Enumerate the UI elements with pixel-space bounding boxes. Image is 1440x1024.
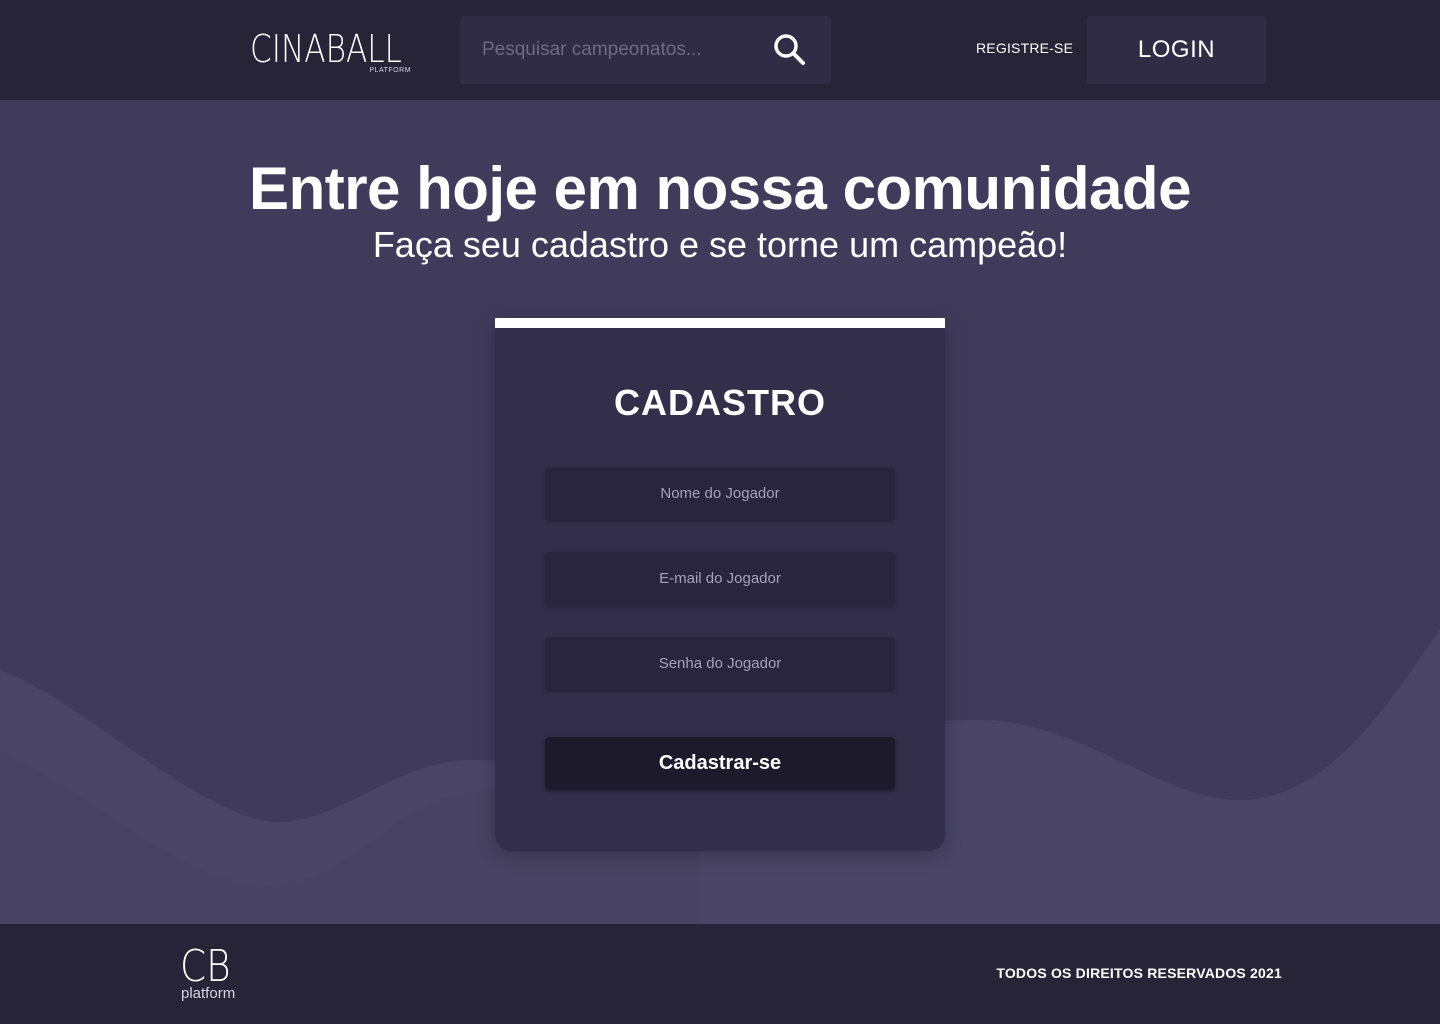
player-name-input[interactable] bbox=[545, 467, 895, 520]
copyright-text: TODOS OS DIREITOS RESERVADOS 2021 bbox=[996, 965, 1282, 981]
player-email-input[interactable] bbox=[545, 552, 895, 605]
footer: CB platform TODOS OS DIREITOS RESERVADOS… bbox=[0, 924, 1440, 1024]
page: CINABALL PLATFORM REGISTRE-SE LOGIN Entr… bbox=[0, 0, 1440, 1024]
footer-logo-text: CB bbox=[180, 941, 231, 992]
hero-title: Entre hoje em nossa comunidade bbox=[249, 155, 1191, 222]
footer-logo-subtext: platform bbox=[181, 985, 236, 1002]
register-link[interactable]: REGISTRE-SE bbox=[976, 40, 1073, 56]
footer-logo[interactable]: CB platform bbox=[180, 944, 250, 1006]
brand-logo-subtext: PLATFORM bbox=[369, 67, 411, 74]
search-icon[interactable] bbox=[772, 32, 806, 66]
player-password-input[interactable] bbox=[545, 637, 895, 690]
registration-card: CADASTRO Cadastrar-se bbox=[495, 318, 945, 851]
login-button[interactable]: LOGIN bbox=[1087, 16, 1266, 84]
hero-subtitle: Faça seu cadastro e se torne um campeão! bbox=[372, 224, 1068, 265]
search-input[interactable] bbox=[460, 16, 760, 84]
brand-logo[interactable]: CINABALL PLATFORM bbox=[250, 26, 415, 78]
register-submit-button[interactable]: Cadastrar-se bbox=[545, 737, 895, 790]
brand-logo-text: CINABALL bbox=[250, 27, 403, 71]
registration-title: CADASTRO bbox=[614, 382, 826, 423]
top-navbar: CINABALL PLATFORM REGISTRE-SE LOGIN bbox=[0, 0, 1440, 100]
